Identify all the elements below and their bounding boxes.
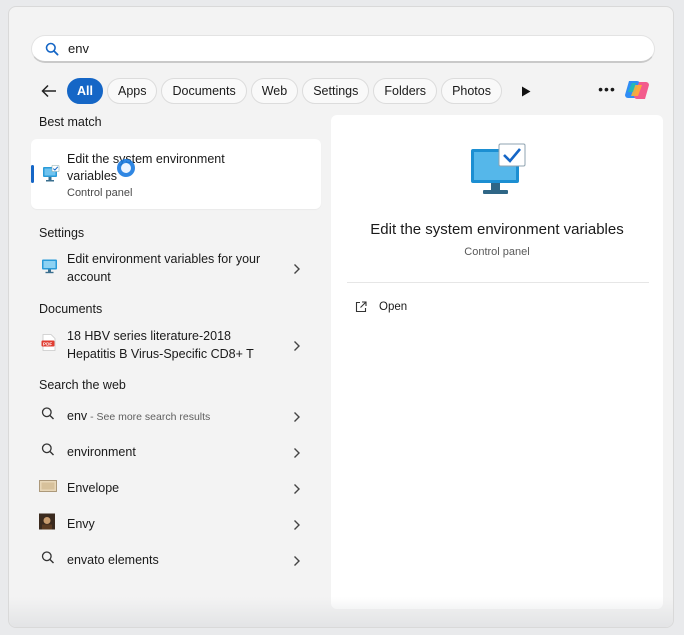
preview-divider [347, 282, 649, 283]
web-result-label: env [67, 408, 88, 423]
web-result-envelope[interactable]: Envelope [31, 470, 321, 506]
web-result-env[interactable]: env - See more search results [31, 398, 321, 434]
settings-result-label: Edit environment variables for your acco… [67, 252, 261, 284]
filter-bar: All Apps Documents Web Settings Folders … [37, 77, 538, 105]
search-icon [41, 551, 55, 570]
system-properties-large-icon [469, 143, 529, 199]
best-match-subtitle: Control panel [67, 187, 133, 199]
web-result-envato-elements[interactable]: envato elements [31, 542, 321, 578]
search-box[interactable] [31, 35, 655, 63]
open-external-icon [355, 301, 367, 313]
chevron-right-icon[interactable] [293, 446, 303, 458]
best-match-title: Edit the system environment variables [67, 152, 225, 183]
chevron-right-icon[interactable] [293, 554, 303, 566]
document-result-label: 18 HBV series literature-2018 Hepatitis … [67, 329, 254, 361]
web-result-envy[interactable]: Envy [31, 506, 321, 542]
chevron-right-icon[interactable] [293, 262, 303, 274]
filter-documents[interactable]: Documents [161, 78, 247, 104]
search-input[interactable] [68, 41, 608, 56]
preview-pane: Edit the system environment variables Co… [331, 115, 663, 609]
web-result-hint: - See more search results [87, 410, 211, 423]
back-arrow-icon[interactable] [37, 79, 61, 103]
copilot-icon[interactable] [623, 76, 651, 104]
preview-title: Edit the system environment variables [370, 221, 624, 238]
settings-monitor-icon [41, 257, 59, 280]
section-documents: Documents [39, 302, 103, 316]
system-properties-icon [42, 165, 60, 183]
settings-result[interactable]: Edit environment variables for your acco… [31, 243, 321, 293]
start-search-window: All Apps Documents Web Settings Folders … [8, 6, 674, 628]
web-result-environment[interactable]: environment [31, 434, 321, 470]
section-settings: Settings [39, 226, 85, 240]
selection-indicator [31, 165, 34, 183]
more-filters-play-icon[interactable] [514, 79, 538, 103]
envy-thumbnail-icon [39, 513, 55, 535]
preview-subtitle: Control panel [464, 246, 530, 258]
chevron-right-icon[interactable] [293, 339, 303, 351]
filter-web[interactable]: Web [250, 78, 299, 104]
svg-text:PDF: PDF [43, 341, 52, 346]
filter-apps[interactable]: Apps [106, 78, 158, 104]
filter-settings[interactable]: Settings [302, 78, 370, 104]
chevron-right-icon[interactable] [293, 410, 303, 422]
search-icon [41, 443, 55, 462]
web-result-label: Envy [67, 517, 95, 531]
more-options-icon[interactable]: ••• [597, 81, 617, 101]
mouse-cursor-indicator [117, 159, 135, 177]
search-icon [44, 41, 60, 57]
web-result-label: environment [67, 445, 136, 459]
best-match-result[interactable]: Edit the system environment variables Co… [31, 139, 321, 209]
search-icon [41, 407, 55, 426]
envelope-thumbnail-icon [39, 479, 57, 497]
open-action[interactable]: Open [355, 301, 407, 313]
filter-all[interactable]: All [67, 78, 103, 104]
pdf-file-icon: PDF [41, 334, 57, 357]
document-result[interactable]: PDF 18 HBV series literature-2018 Hepati… [31, 320, 321, 370]
chevron-right-icon[interactable] [293, 482, 303, 494]
section-best-match: Best match [39, 115, 102, 129]
filter-folders[interactable]: Folders [373, 78, 438, 104]
web-result-label: envato elements [67, 553, 159, 567]
chevron-right-icon[interactable] [293, 518, 303, 530]
bottom-fade [9, 597, 673, 627]
section-search-web: Search the web [39, 378, 126, 392]
filter-photos[interactable]: Photos [441, 78, 502, 104]
open-action-label: Open [379, 301, 408, 313]
web-result-label: Envelope [67, 481, 120, 495]
results-list: Best match Edit the system environment v… [31, 115, 321, 578]
